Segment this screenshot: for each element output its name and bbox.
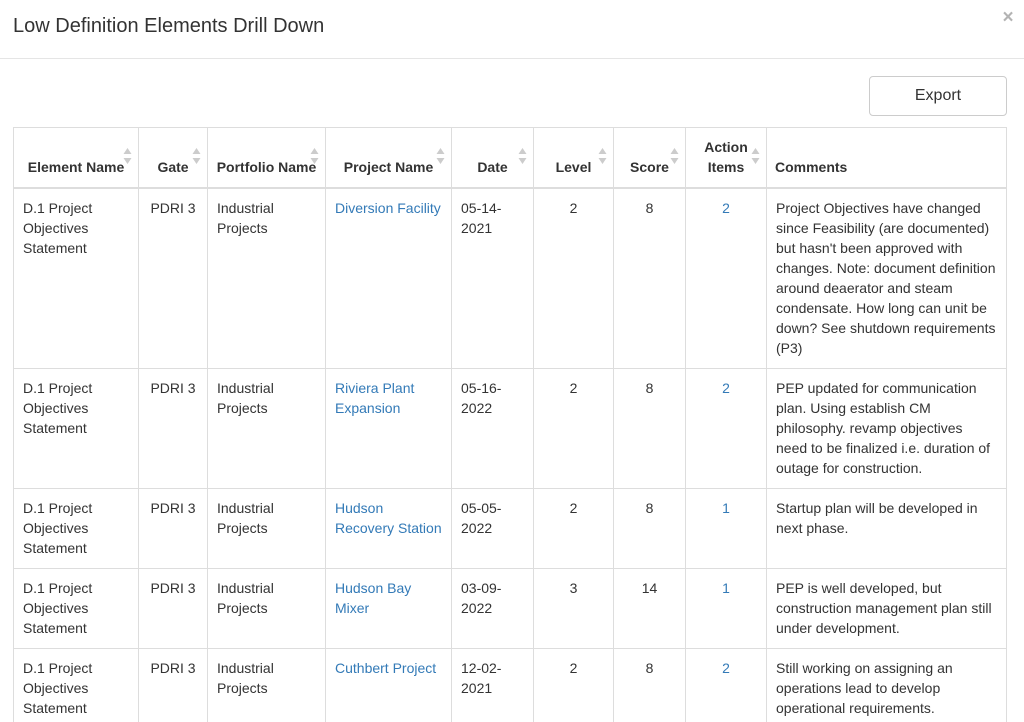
cell-score: 8 <box>613 647 686 722</box>
cell-date: 05-05-2022 <box>451 487 534 569</box>
cell-score: 14 <box>613 567 686 649</box>
column-header-action-items[interactable]: Action Items <box>685 127 767 189</box>
cell-portfolio-name: Industrial Projects <box>207 187 326 369</box>
cell-project-name-link[interactable]: Diversion Facility <box>325 187 452 369</box>
table-row: D.1 Project Objectives Statement PDRI 3 In… <box>13 187 1007 369</box>
table-row: D.1 Project Objectives Statement PDRI 3 In… <box>13 367 1007 489</box>
sort-icon[interactable] <box>518 146 527 166</box>
cell-project-name-link[interactable]: Cuthbert Project <box>325 647 452 722</box>
drill-down-modal: Low Definition Elements Drill Down × Exp… <box>0 0 1024 722</box>
column-header-label: Date <box>477 158 508 175</box>
cell-portfolio-name: Industrial Projects <box>207 367 326 489</box>
column-header-label: Score <box>630 158 669 175</box>
cell-score: 8 <box>613 187 686 369</box>
cell-date: 05-16-2022 <box>451 367 534 489</box>
table-header-row: Element Name Gate Portfolio Name Project… <box>13 127 1007 189</box>
column-header-project-name[interactable]: Project Name <box>325 127 452 189</box>
cell-gate: PDRI 3 <box>138 187 208 369</box>
table-body: D.1 Project Objectives Statement PDRI 3 In… <box>13 187 1007 722</box>
cell-comments: Startup plan will be developed in next p… <box>766 487 1007 569</box>
column-header-comments: Comments <box>766 127 1007 189</box>
export-button[interactable]: Export <box>869 76 1007 116</box>
cell-level: 3 <box>533 567 614 649</box>
cell-gate: PDRI 3 <box>138 567 208 649</box>
cell-action-items-link[interactable]: 2 <box>685 367 767 489</box>
sort-icon[interactable] <box>310 146 319 166</box>
cell-gate: PDRI 3 <box>138 487 208 569</box>
cell-project-name-link[interactable]: Hudson Bay Mixer <box>325 567 452 649</box>
cell-action-items-link[interactable]: 2 <box>685 647 767 722</box>
cell-portfolio-name: Industrial Projects <box>207 487 326 569</box>
column-header-label: Gate <box>157 158 189 175</box>
cell-gate: PDRI 3 <box>138 647 208 722</box>
sort-icon[interactable] <box>123 146 132 166</box>
cell-score: 8 <box>613 487 686 569</box>
sort-icon[interactable] <box>436 146 445 166</box>
sort-icon[interactable] <box>598 146 607 166</box>
cell-action-items-link[interactable]: 2 <box>685 187 767 369</box>
sort-icon[interactable] <box>670 146 679 166</box>
sort-icon[interactable] <box>192 146 201 166</box>
cell-score: 8 <box>613 367 686 489</box>
column-header-level[interactable]: Level <box>533 127 614 189</box>
column-header-label: Project Name <box>343 158 434 175</box>
cell-level: 2 <box>533 187 614 369</box>
cell-comments: PEP updated for communication plan. Usin… <box>766 367 1007 489</box>
modal-title: Low Definition Elements Drill Down <box>13 15 325 37</box>
column-header-date[interactable]: Date <box>451 127 534 189</box>
cell-element-name: D.1 Project Objectives Statement <box>13 187 139 369</box>
drill-down-table-container: Element Name Gate Portfolio Name Project… <box>13 127 1007 722</box>
drill-down-table: Element Name Gate Portfolio Name Project… <box>13 127 1007 722</box>
column-header-label: Comments <box>775 158 848 175</box>
cell-date: 05-14-2021 <box>451 187 534 369</box>
cell-level: 2 <box>533 367 614 489</box>
sort-icon[interactable] <box>751 146 760 166</box>
modal-header: Low Definition Elements Drill Down × <box>0 0 1024 59</box>
cell-project-name-link[interactable]: Riviera Plant Expansion <box>325 367 452 489</box>
table-row: D.1 Project Objectives Statement PDRI 3 In… <box>13 647 1007 722</box>
cell-element-name: D.1 Project Objectives Statement <box>13 567 139 649</box>
cell-action-items-link[interactable]: 1 <box>685 487 767 569</box>
cell-portfolio-name: Industrial Projects <box>207 647 326 722</box>
column-header-label: Portfolio Name <box>216 158 317 175</box>
cell-level: 2 <box>533 647 614 722</box>
cell-element-name: D.1 Project Objectives Statement <box>13 367 139 489</box>
close-icon[interactable]: × <box>998 8 1018 28</box>
cell-element-name: D.1 Project Objectives Statement <box>13 487 139 569</box>
cell-date: 12-02-2021 <box>451 647 534 722</box>
column-header-gate[interactable]: Gate <box>138 127 208 189</box>
cell-level: 2 <box>533 487 614 569</box>
column-header-portfolio-name[interactable]: Portfolio Name <box>207 127 326 189</box>
cell-action-items-link[interactable]: 1 <box>685 567 767 649</box>
column-header-label: Action Items <box>704 138 748 175</box>
cell-project-name-link[interactable]: Hudson Recovery Station <box>325 487 452 569</box>
cell-gate: PDRI 3 <box>138 367 208 489</box>
cell-portfolio-name: Industrial Projects <box>207 567 326 649</box>
cell-comments: PEP is well developed, but construction … <box>766 567 1007 649</box>
column-header-score[interactable]: Score <box>613 127 686 189</box>
cell-element-name: D.1 Project Objectives Statement <box>13 647 139 722</box>
column-header-label: Element Name <box>27 158 125 175</box>
table-row: D.1 Project Objectives Statement PDRI 3 In… <box>13 487 1007 569</box>
cell-date: 03-09-2022 <box>451 567 534 649</box>
column-header-label: Level <box>555 158 592 175</box>
cell-comments: Still working on assigning an operations… <box>766 647 1007 722</box>
column-header-element-name[interactable]: Element Name <box>13 127 139 189</box>
table-row: D.1 Project Objectives Statement PDRI 3 In… <box>13 567 1007 649</box>
cell-comments: Project Objectives have changed since Fe… <box>766 187 1007 369</box>
